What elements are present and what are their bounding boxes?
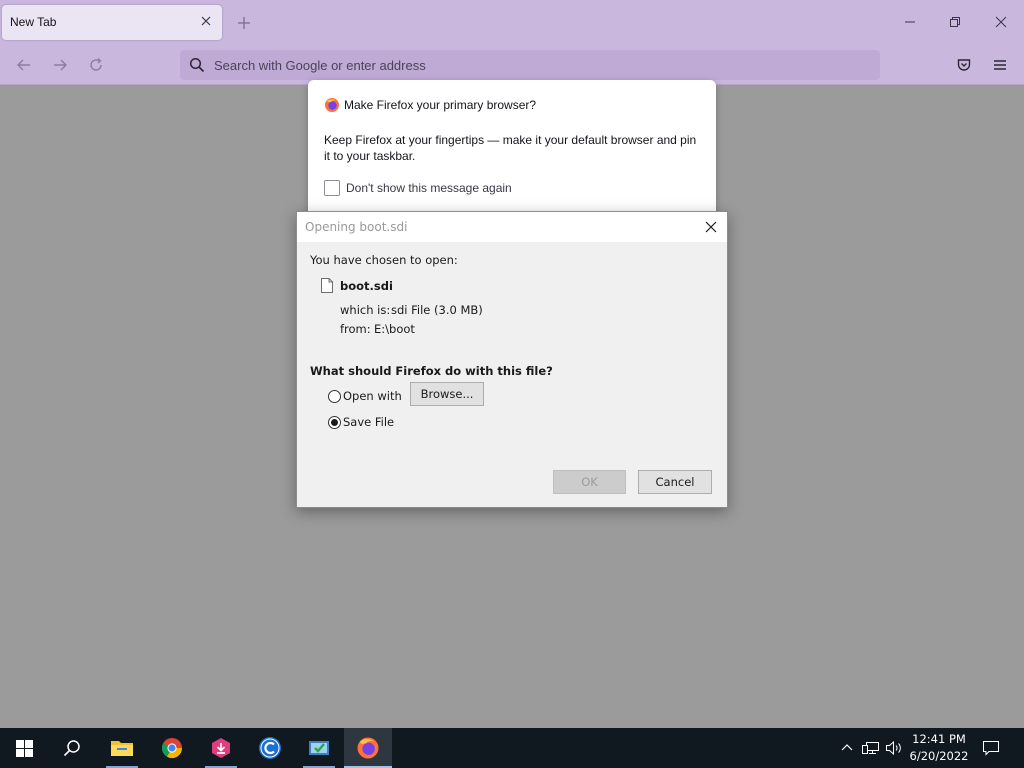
prompt-body: Keep Firefox at your fingertips — make i… bbox=[324, 133, 697, 163]
file-explorer-icon[interactable] bbox=[98, 728, 146, 768]
save-file-label[interactable]: Save File bbox=[343, 415, 394, 429]
downloader-app-icon[interactable] bbox=[197, 728, 245, 768]
clock-time: 12:41 PM bbox=[912, 732, 966, 746]
dialog-close-icon[interactable] bbox=[701, 217, 721, 237]
file-icon bbox=[321, 278, 333, 293]
notifications-icon[interactable] bbox=[981, 738, 1001, 758]
save-file-radio[interactable] bbox=[328, 416, 341, 429]
open-with-radio[interactable] bbox=[328, 390, 341, 403]
new-tab-icon[interactable] bbox=[234, 13, 254, 33]
restore-icon[interactable] bbox=[941, 8, 969, 36]
tab-bar: New Tab bbox=[0, 0, 1024, 45]
browse-button[interactable]: Browse... bbox=[410, 382, 484, 406]
ok-button[interactable]: OK bbox=[553, 470, 626, 494]
address-bar[interactable] bbox=[180, 50, 880, 80]
reload-icon[interactable] bbox=[84, 53, 108, 77]
url-input[interactable] bbox=[214, 50, 864, 80]
tab-title: New Tab bbox=[10, 15, 57, 29]
download-dialog: Opening boot.sdi You have chosen to open… bbox=[296, 211, 728, 508]
which-is-label: which is: bbox=[340, 303, 391, 317]
search-taskbar-icon[interactable] bbox=[48, 728, 96, 768]
clock-date: 6/20/2022 bbox=[909, 749, 969, 763]
from-label: from: bbox=[340, 322, 371, 336]
navigation-toolbar bbox=[0, 45, 1024, 85]
close-window-icon[interactable] bbox=[987, 8, 1015, 36]
tab-new-tab[interactable]: New Tab bbox=[2, 5, 222, 40]
system-clock[interactable]: 12:41 PM 6/20/2022 bbox=[900, 731, 978, 765]
dialog-titlebar[interactable]: Opening boot.sdi bbox=[297, 212, 727, 242]
open-with-label[interactable]: Open with bbox=[343, 389, 402, 403]
from-value: E:\boot bbox=[374, 322, 415, 336]
forward-icon[interactable] bbox=[48, 53, 72, 77]
ccleaner-icon[interactable] bbox=[246, 728, 294, 768]
taskbar: 12:41 PM 6/20/2022 bbox=[0, 728, 1024, 768]
dont-show-checkbox[interactable] bbox=[324, 180, 340, 196]
default-browser-prompt: Make Firefox your primary browser? Keep … bbox=[308, 80, 716, 230]
tab-close-icon[interactable] bbox=[198, 13, 214, 29]
network-icon[interactable] bbox=[861, 738, 881, 758]
file-type-value: sdi File (3.0 MB) bbox=[391, 303, 483, 317]
firefox-logo-icon bbox=[324, 97, 340, 113]
dont-show-label[interactable]: Don't show this message again bbox=[346, 181, 512, 195]
chosen-to-open-label: You have chosen to open: bbox=[310, 253, 458, 267]
back-icon[interactable] bbox=[12, 53, 36, 77]
chevron-up-icon[interactable] bbox=[837, 738, 857, 758]
installer-app-icon[interactable] bbox=[295, 728, 343, 768]
prompt-title: Make Firefox your primary browser? bbox=[344, 98, 537, 112]
minimize-icon[interactable] bbox=[896, 8, 924, 36]
chrome-icon[interactable] bbox=[148, 728, 196, 768]
menu-icon[interactable] bbox=[988, 53, 1012, 77]
action-question: What should Firefox do with this file? bbox=[310, 364, 553, 378]
cancel-button[interactable]: Cancel bbox=[638, 470, 712, 494]
file-name: boot.sdi bbox=[340, 279, 393, 293]
firefox-taskbar-icon[interactable] bbox=[344, 728, 392, 768]
start-button[interactable] bbox=[0, 728, 48, 768]
search-icon bbox=[189, 57, 205, 76]
pocket-icon[interactable] bbox=[952, 53, 976, 77]
dialog-title: Opening boot.sdi bbox=[305, 220, 408, 234]
